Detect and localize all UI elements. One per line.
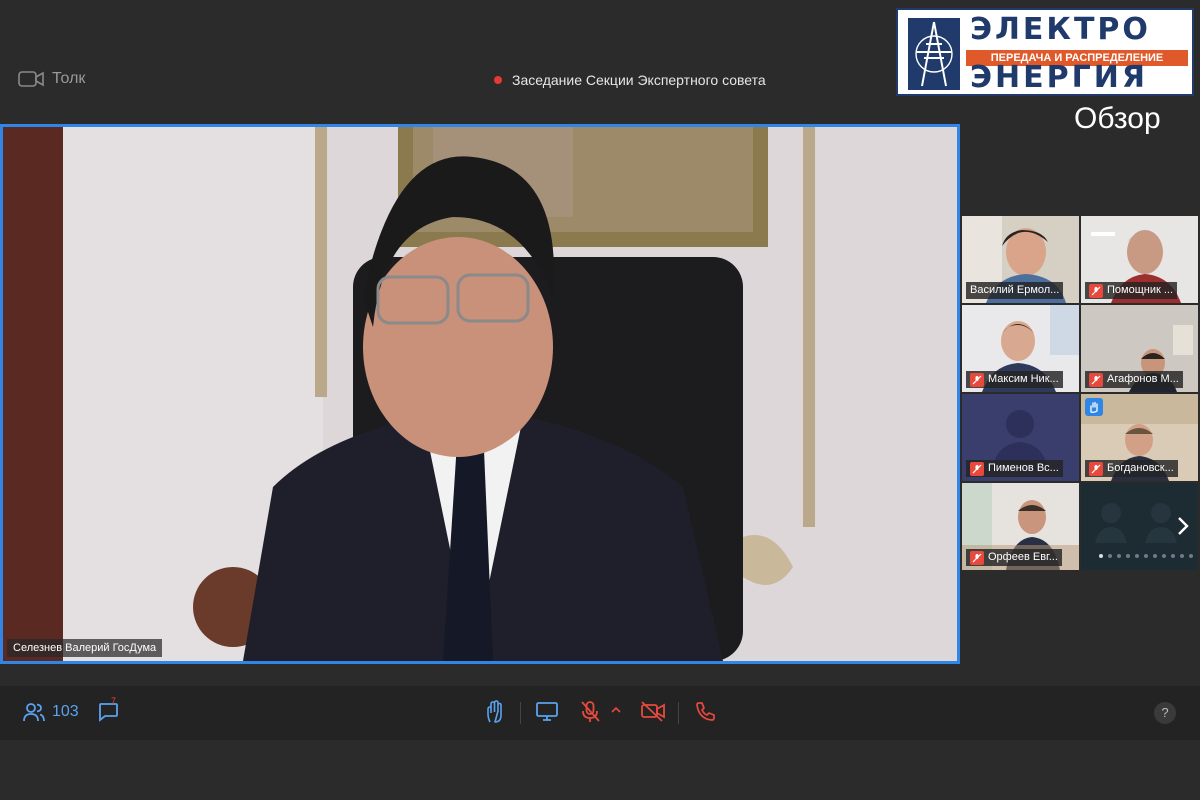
- participant-tile[interactable]: Орфеев Евг...: [962, 483, 1079, 570]
- raise-hand-icon: [487, 700, 502, 723]
- view-mode-label: Обзор: [1074, 102, 1161, 135]
- app-name: Толк: [52, 70, 86, 87]
- participant-name: Орфеев Евг...: [966, 549, 1062, 566]
- participant-tile[interactable]: Богдановск...: [1081, 394, 1198, 481]
- mic-off-icon: [970, 461, 984, 476]
- video-camera-icon: [18, 71, 44, 87]
- participant-tile[interactable]: Помощник ...: [1081, 216, 1198, 303]
- brand-logo: ЭЛЕКТРО ПЕРЕДАЧА И РАСПРЕДЕЛЕНИЕ ЭНЕРГИЯ: [896, 8, 1194, 96]
- hang-up-icon: [696, 702, 715, 721]
- gallery-pager: [1099, 554, 1198, 558]
- toolbar-divider: [678, 702, 679, 724]
- logo-text-bottom: ЭНЕРГИЯ: [970, 60, 1148, 95]
- mic-off-icon: [1089, 283, 1103, 298]
- microphone-toggle-button[interactable]: [579, 700, 601, 724]
- next-page-icon[interactable]: [1176, 515, 1190, 537]
- mic-off-icon: [581, 701, 600, 722]
- logo-emblem: [908, 18, 960, 90]
- participant-tile[interactable]: Василий Ермол...: [962, 216, 1079, 303]
- meeting-title-container: Заседание Секции Экспертного совета: [494, 72, 766, 88]
- mic-off-icon: [970, 550, 984, 565]
- logo-text-top: ЭЛЕКТРО: [970, 12, 1151, 47]
- raise-hand-icon: [1085, 398, 1103, 416]
- chat-unread-badge: 7: [111, 696, 117, 706]
- participant-tile[interactable]: Пименов Вс...: [962, 394, 1079, 481]
- participant-name: Пименов Вс...: [966, 460, 1063, 477]
- raise-hand-button[interactable]: [484, 700, 506, 724]
- record-dot-icon: [494, 76, 502, 84]
- mic-off-icon: [1089, 461, 1103, 476]
- main-video-feed[interactable]: Селезнев Валерий ГосДума: [0, 124, 960, 664]
- participant-name: Помощник ...: [1085, 282, 1178, 299]
- leave-call-button[interactable]: [694, 700, 716, 722]
- camera-off-icon: [641, 701, 665, 722]
- app-brand: Толк: [18, 70, 85, 88]
- chat-button[interactable]: 7: [97, 696, 119, 727]
- screen-share-button[interactable]: [535, 700, 559, 722]
- speaker-name-label: Селезнев Валерий ГосДума: [7, 639, 163, 657]
- participant-tile[interactable]: Максим Ник...: [962, 305, 1079, 392]
- bottom-toolbar: 103 7 ?: [0, 686, 1200, 740]
- participant-name: Агафонов М...: [1085, 371, 1183, 388]
- participants-icon: [23, 703, 45, 722]
- meeting-title: Заседание Секции Экспертного совета: [512, 72, 766, 88]
- mic-off-icon: [970, 372, 984, 387]
- participant-name: Василий Ермол...: [966, 282, 1064, 299]
- participants-gallery: Василий Ермол... Помощник ... Максим Ник…: [962, 216, 1200, 572]
- participant-tile[interactable]: Агафонов М...: [1081, 305, 1198, 392]
- next-page-tile[interactable]: [1081, 483, 1198, 570]
- screen-share-icon: [536, 702, 558, 721]
- microphone-options-button[interactable]: [610, 706, 622, 714]
- mic-off-icon: [1089, 372, 1103, 387]
- camera-toggle-button[interactable]: [640, 700, 666, 722]
- speaker-video-image: [3, 127, 957, 661]
- participant-name: Максим Ник...: [966, 371, 1063, 388]
- participant-name: Богдановск...: [1085, 460, 1178, 477]
- help-button[interactable]: ?: [1154, 702, 1176, 724]
- participants-button[interactable]: 103: [22, 702, 79, 722]
- toolbar-divider: [520, 702, 521, 724]
- participants-count: 103: [52, 703, 79, 720]
- chevron-up-icon: [611, 706, 621, 713]
